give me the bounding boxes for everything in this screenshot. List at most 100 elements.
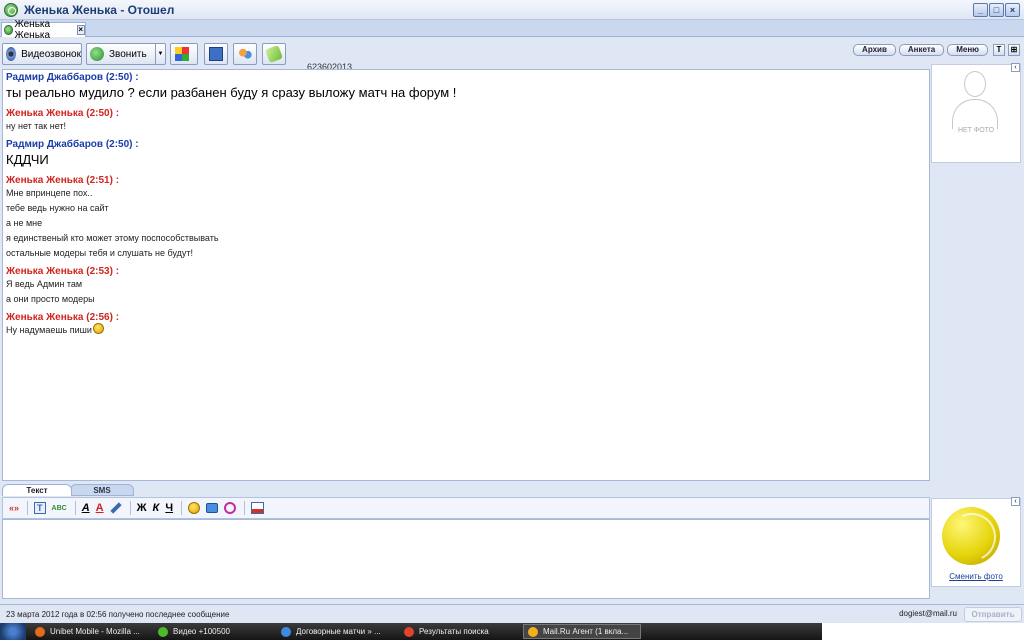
taskbar-item-label: Результаты поиска xyxy=(419,627,489,636)
mail-agent-icon xyxy=(4,2,18,17)
video-app-icon xyxy=(158,626,168,637)
contact-photo[interactable]: НЕТ ФОТО xyxy=(931,64,1021,163)
message-text: а они просто модеры xyxy=(6,294,95,304)
underline-icon[interactable]: Ч xyxy=(165,502,173,514)
chevron-down-icon[interactable]: ▼ xyxy=(155,44,165,64)
gift-icon xyxy=(265,45,283,63)
conversation-tab[interactable]: Женька Женька × xyxy=(1,19,86,41)
message-sender: Радмир Джаббаров (2:50) : xyxy=(6,139,139,150)
message: Радмир Джаббаров (2:50) : КДДЧИ xyxy=(6,139,926,170)
video-call-button[interactable]: Видеозвонок xyxy=(2,43,82,65)
gift-button[interactable] xyxy=(262,43,286,65)
no-photo-label: НЕТ ФОТО xyxy=(957,127,995,134)
tab-sms[interactable]: SMS xyxy=(70,484,134,496)
tv-icon[interactable] xyxy=(206,503,219,513)
layout-grid-button[interactable]: ⊞ xyxy=(1008,44,1020,56)
collapse-avatar-icon[interactable]: ‹ xyxy=(1011,497,1020,506)
message: Женька Женька (2:53) : Я ведь Админ там … xyxy=(6,266,926,307)
message-text: а не мне xyxy=(6,218,43,228)
taskbar-item[interactable]: Unibet Mobile - Mozilla ... xyxy=(31,624,149,639)
call-button[interactable]: Звонить ▼ xyxy=(86,43,166,65)
webcam-icon xyxy=(6,47,17,61)
cube-icon xyxy=(175,47,189,61)
message-text: Ну надумаешь пиши xyxy=(6,325,92,335)
taskbar-item[interactable]: Результаты поиска xyxy=(400,624,518,639)
tab-profile[interactable]: Анкета xyxy=(898,44,945,56)
message-text: Я ведь Админ там xyxy=(6,279,83,289)
call-label: Звонить xyxy=(109,48,147,60)
collapse-panel-icon[interactable]: ‹ xyxy=(1011,63,1020,72)
window-controls: _ □ × xyxy=(973,3,1020,17)
users-icon xyxy=(238,47,252,61)
pen-icon[interactable] xyxy=(109,502,122,514)
message-sender: Женька Женька (2:56) : xyxy=(6,312,120,323)
taskbar-item[interactable]: Договорные матчи » ... xyxy=(277,624,395,639)
spellcheck-icon[interactable]: ABC xyxy=(52,505,67,512)
message-textarea[interactable] xyxy=(3,520,929,598)
tab-text[interactable]: Текст xyxy=(2,484,72,496)
close-tab-icon[interactable]: × xyxy=(76,25,86,35)
taskbar-item-label: Видео +100500 xyxy=(173,627,230,636)
minimize-button[interactable]: _ xyxy=(973,3,988,17)
save-history-button[interactable] xyxy=(204,43,228,65)
message-text: Мне впринцепе пох.. xyxy=(6,188,93,198)
message: Женька Женька (2:50) : ну нет так нет! xyxy=(6,108,926,134)
message-text: ты реально мудило ? если разбанен буду я… xyxy=(6,85,457,100)
window-title-bar: Женька Женька - Отошел _ □ × xyxy=(0,0,1024,20)
text-color-icon[interactable]: A xyxy=(96,502,104,514)
message: Женька Женька (2:56) : Ну надумаешь пиши xyxy=(6,312,926,338)
message-input[interactable] xyxy=(2,519,930,599)
floppy-icon xyxy=(209,47,223,61)
translit-icon[interactable]: T xyxy=(34,502,46,514)
font-toggle-button[interactable]: T xyxy=(993,44,1005,56)
formatting-toolbar: «» T ABC A A Ж К Ч xyxy=(2,497,930,519)
chat-history[interactable]: Радмир Джаббаров (2:50) : ты реально муд… xyxy=(2,69,930,481)
close-button[interactable]: × xyxy=(1005,3,1020,17)
message: Радмир Джаббаров (2:50) : ты реально муд… xyxy=(6,72,926,103)
right-tab-group: Архив Анкета Меню xyxy=(853,44,988,56)
phone-icon xyxy=(90,47,104,61)
no-photo-silhouette-icon xyxy=(952,71,998,131)
taskbar-item-label: Mail.Ru Агент (1 вкла... xyxy=(543,627,629,636)
italic-icon[interactable]: К xyxy=(153,502,160,514)
conversation-tab-strip: Женька Женька × xyxy=(0,19,1024,41)
mail-agent-icon xyxy=(528,626,538,637)
video-call-label: Видеозвонок xyxy=(21,48,81,60)
message-line: Ну надумаешь пиши xyxy=(6,323,926,338)
account-email[interactable]: dogiest@mail.ru xyxy=(899,609,957,618)
own-avatar: Сменить фото xyxy=(931,498,1021,587)
firefox-icon xyxy=(35,626,45,637)
message-sender: Радмир Джаббаров (2:50) : xyxy=(6,72,139,83)
smiley-picker-icon[interactable] xyxy=(188,502,201,514)
change-photo-link[interactable]: Сменить фото xyxy=(932,572,1020,581)
send-button[interactable]: Отправить xyxy=(964,607,1022,622)
taskbar-item-label: Unibet Mobile - Mozilla ... xyxy=(50,627,140,636)
own-avatar-panel: Сменить фото xyxy=(930,496,1024,599)
os-taskbar: Unibet Mobile - Mozilla ... Видео +10050… xyxy=(0,623,1024,640)
window-title: Женька Женька - Отошел xyxy=(24,2,175,17)
tab-menu[interactable]: Меню xyxy=(947,44,988,56)
message-text: КДДЧИ xyxy=(6,152,49,167)
start-button[interactable] xyxy=(0,623,26,640)
font-icon[interactable]: A xyxy=(82,502,90,514)
contacts-button[interactable] xyxy=(233,43,257,65)
alarm-icon[interactable] xyxy=(224,502,237,514)
tennis-ball-avatar xyxy=(942,507,1000,565)
taskbar-item-label: Договорные матчи » ... xyxy=(296,627,381,636)
bold-icon[interactable]: Ж xyxy=(137,502,147,514)
maximize-button[interactable]: □ xyxy=(989,3,1004,17)
tab-archive[interactable]: Архив xyxy=(853,44,896,56)
taskbar-item-active[interactable]: Mail.Ru Агент (1 вкла... xyxy=(523,624,641,639)
quote-icon[interactable]: «» xyxy=(9,503,19,513)
last-message-status: 23 марта 2012 года в 02:56 получено посл… xyxy=(6,610,230,619)
status-bar: 23 марта 2012 года в 02:56 получено посл… xyxy=(0,604,1024,623)
contact-photo-panel: НЕТ ФОТО xyxy=(930,62,1024,163)
taskbar-item[interactable]: Видео +100500 xyxy=(154,624,272,639)
message-text: ну нет так нет! xyxy=(6,121,67,131)
search-results-icon xyxy=(404,626,414,637)
smiley-icon xyxy=(92,323,104,334)
game-button[interactable] xyxy=(170,43,198,65)
message-text: остальные модеры тебя и слушать не будут… xyxy=(6,248,194,258)
screenshot-icon[interactable] xyxy=(251,502,265,514)
message-sender: Женька Женька (2:51) : xyxy=(6,175,120,186)
